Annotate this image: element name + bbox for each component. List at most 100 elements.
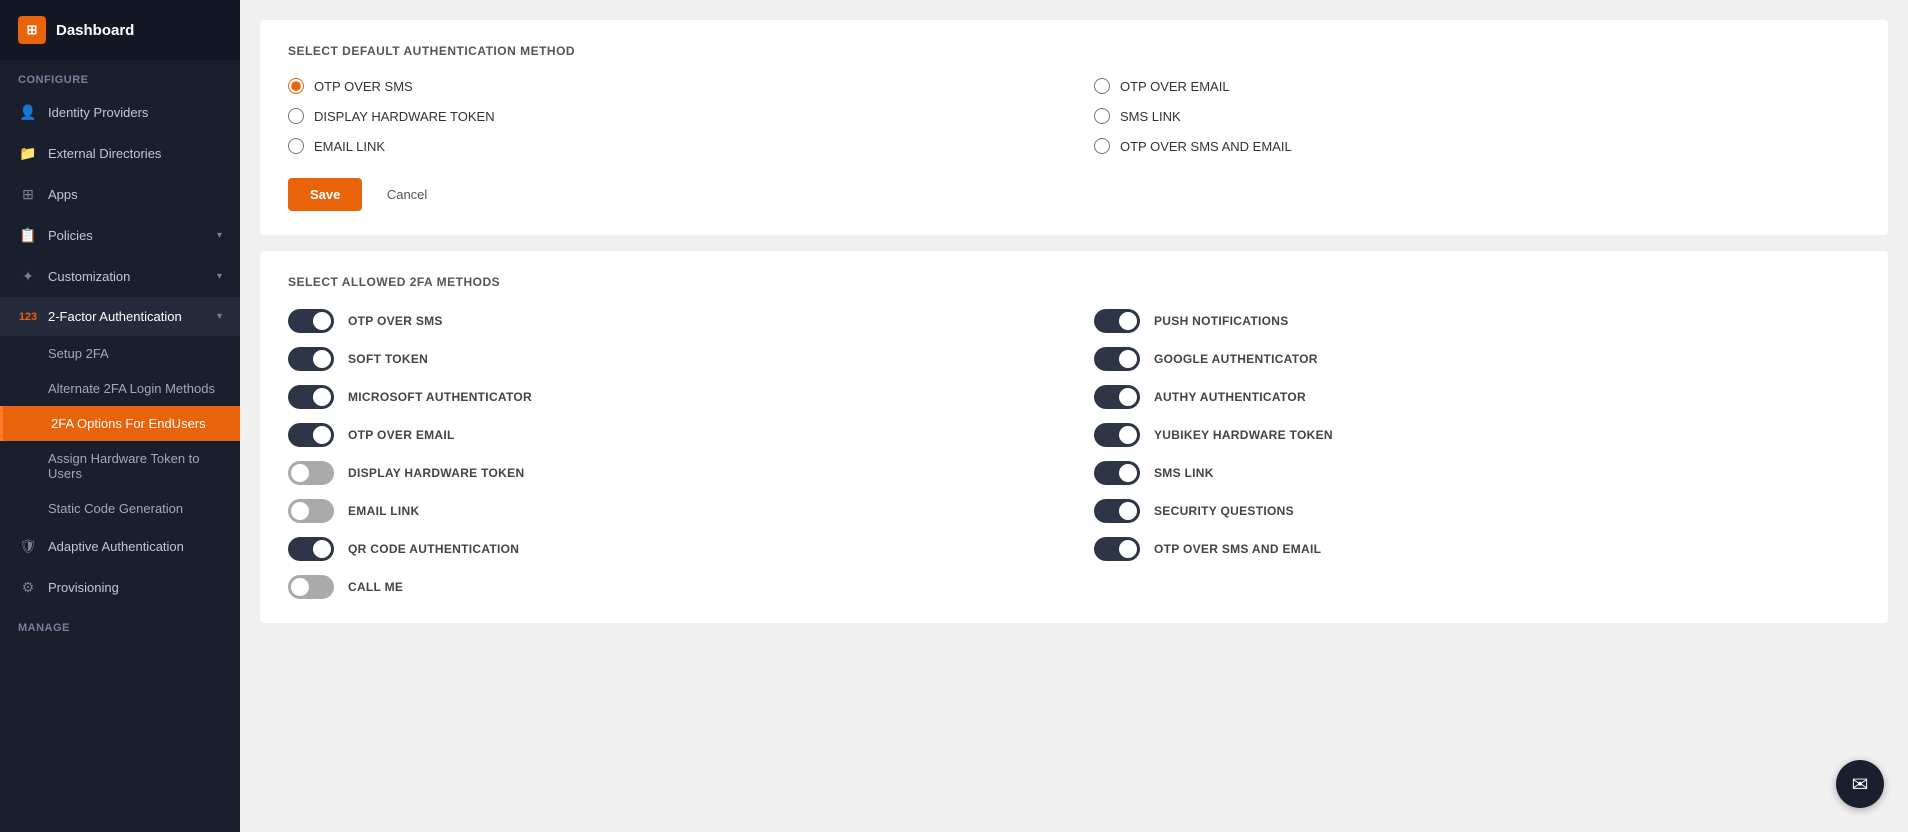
app-icon: ⊞ [18,16,46,44]
toggle-t-sms-link[interactable] [1094,461,1140,485]
toggle-t-ms[interactable] [288,385,334,409]
toggle-t-yubikey[interactable] [1094,423,1140,447]
cancel-button[interactable]: Cancel [377,178,437,211]
toggle-row-t-ms: MICROSOFT AUTHENTICATOR [288,385,1054,409]
radio-input-sms-link[interactable] [1094,108,1110,124]
sidebar-sub-label: Static Code Generation [48,501,183,516]
toggle-t-google[interactable] [1094,347,1140,371]
radio-input-email-link[interactable] [288,138,304,154]
toggle-label-t-ms: MICROSOFT AUTHENTICATOR [348,390,532,404]
toggle-label-t-otp-sms: OTP OVER SMS [348,314,443,328]
radio-display-hw[interactable]: DISPLAY HARDWARE TOKEN [288,108,1054,124]
toggle-label-t-push: PUSH NOTIFICATIONS [1154,314,1289,328]
sidebar-sub-setup-2fa[interactable]: Setup 2FA [0,336,240,371]
default-auth-title: SELECT DEFAULT AUTHENTICATION METHOD [288,44,1860,58]
toggle-label-t-authy: AUTHY AUTHENTICATOR [1154,390,1306,404]
toggle-row-t-sec-q: SECURITY QUESTIONS [1094,499,1860,523]
radio-input-otp-sms-email[interactable] [1094,138,1110,154]
sidebar-sub-2fa-options[interactable]: 2FA Options For EndUsers [0,406,240,441]
toggle-row-t-sms-link: SMS LINK [1094,461,1860,485]
toggle-t-qr[interactable] [288,537,334,561]
chat-icon: ✉ [1852,772,1869,797]
chevron-down-icon: ▾ [217,271,222,282]
toggle-t-authy[interactable] [1094,385,1140,409]
radio-label: EMAIL LINK [314,139,385,154]
save-button[interactable]: Save [288,178,362,211]
adaptive-auth-icon: 🛡 [18,538,38,555]
chevron-down-icon: ▾ [217,230,222,241]
toggle-label-t-google: GOOGLE AUTHENTICATOR [1154,352,1318,366]
toggle-label-t-otp-sms-email: OTP OVER SMS AND EMAIL [1154,542,1321,556]
sidebar: ⊞ Dashboard Configure 👤 Identity Provide… [0,0,240,832]
provisioning-icon: ⚙ [18,579,38,596]
sidebar-item-policies[interactable]: 📋 Policies ▾ [0,215,240,256]
toggle-label-t-soft: SOFT TOKEN [348,352,428,366]
policies-icon: 📋 [18,227,38,244]
toggle-row-t-push: PUSH NOTIFICATIONS [1094,309,1860,333]
toggle-t-push[interactable] [1094,309,1140,333]
sidebar-sub-label: Assign Hardware Token to Users [48,451,222,481]
chat-bubble[interactable]: ✉ [1836,760,1884,808]
sidebar-sub-assign-hardware[interactable]: Assign Hardware Token to Users [0,441,240,491]
toggle-row-t-email-link: EMAIL LINK [288,499,1054,523]
sidebar-item-external-directories[interactable]: 📁 External Directories [0,133,240,174]
radio-options-grid: OTP OVER SMS OTP OVER EMAIL DISPLAY HARD… [288,78,1860,154]
external-dir-icon: 📁 [18,145,38,162]
radio-label: SMS LINK [1120,109,1181,124]
sidebar-item-provisioning[interactable]: ⚙ Provisioning [0,567,240,608]
section-label-manage: Manage [0,608,240,640]
toggle-t-sec-q[interactable] [1094,499,1140,523]
toggle-label-t-display-hw: DISPLAY HARDWARE TOKEN [348,466,524,480]
toggle-t-otp-sms[interactable] [288,309,334,333]
toggle-t-otp-sms-email[interactable] [1094,537,1140,561]
toggle-row-t-otp-email: OTP OVER EMAIL [288,423,1054,447]
radio-input-otp-email[interactable] [1094,78,1110,94]
toggle-row-t-otp-sms: OTP OVER SMS [288,309,1054,333]
allowed-2fa-title: SELECT ALLOWED 2FA METHODS [288,275,1860,289]
toggle-label-t-sms-link: SMS LINK [1154,466,1214,480]
sidebar-sub-label: 2FA Options For EndUsers [51,416,206,431]
sidebar-item-label: Adaptive Authentication [48,539,184,554]
sidebar-header: ⊞ Dashboard [0,0,240,60]
radio-sms-link[interactable]: SMS LINK [1094,108,1860,124]
toggle-label-t-otp-email: OTP OVER EMAIL [348,428,455,442]
sidebar-item-apps[interactable]: ⊞ Apps [0,174,240,215]
radio-label: OTP OVER SMS [314,79,413,94]
sidebar-item-identity-providers[interactable]: 👤 Identity Providers [0,92,240,133]
sidebar-sub-label: Setup 2FA [48,346,109,361]
default-auth-card: SELECT DEFAULT AUTHENTICATION METHOD OTP… [260,20,1888,235]
sidebar-item-adaptive-auth[interactable]: 🛡 Adaptive Authentication [0,526,240,567]
app-title: Dashboard [56,22,134,39]
section-label-configure: Configure [0,60,240,92]
apps-icon: ⊞ [18,186,38,203]
chevron-down-icon: ▾ [217,311,222,322]
radio-label: OTP OVER EMAIL [1120,79,1230,94]
radio-input-otp-sms[interactable] [288,78,304,94]
sidebar-item-customization[interactable]: ✦ Customization ▾ [0,256,240,297]
identity-providers-icon: 👤 [18,104,38,121]
radio-otp-sms-email[interactable]: OTP OVER SMS AND EMAIL [1094,138,1860,154]
toggle-row-t-otp-sms-email: OTP OVER SMS AND EMAIL [1094,537,1860,561]
radio-otp-email[interactable]: OTP OVER EMAIL [1094,78,1860,94]
radio-input-display-hw[interactable] [288,108,304,124]
toggle-t-otp-email[interactable] [288,423,334,447]
sidebar-item-label: Provisioning [48,580,119,595]
toggle-t-display-hw[interactable] [288,461,334,485]
sidebar-item-label: External Directories [48,146,161,161]
sidebar-sub-static-code[interactable]: Static Code Generation [0,491,240,526]
toggle-grid: OTP OVER SMS PUSH NOTIFICATIONS SOFT TOK… [288,309,1860,599]
sidebar-item-2fa[interactable]: 123 2-Factor Authentication ▾ [0,297,240,336]
sidebar-item-label: Apps [48,187,78,202]
radio-otp-sms[interactable]: OTP OVER SMS [288,78,1054,94]
2fa-icon: 123 [18,311,38,323]
toggle-label-t-sec-q: SECURITY QUESTIONS [1154,504,1294,518]
toggle-t-call[interactable] [288,575,334,599]
sidebar-item-label: Customization [48,269,130,284]
radio-label: OTP OVER SMS AND EMAIL [1120,139,1292,154]
customization-icon: ✦ [18,268,38,285]
toggle-t-email-link[interactable] [288,499,334,523]
toggle-t-soft[interactable] [288,347,334,371]
radio-email-link[interactable]: EMAIL LINK [288,138,1054,154]
radio-label: DISPLAY HARDWARE TOKEN [314,109,495,124]
sidebar-sub-alternate-2fa[interactable]: Alternate 2FA Login Methods [0,371,240,406]
